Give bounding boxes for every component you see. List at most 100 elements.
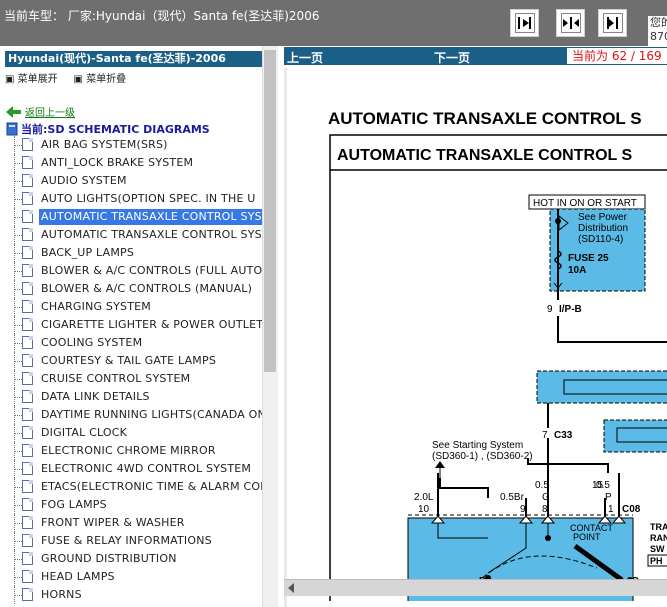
tree-item[interactable]: CHARGING SYSTEM	[0, 298, 262, 316]
document-icon	[22, 480, 33, 493]
tree-item-label: ANTI_LOCK BRAKE SYSTEM	[41, 156, 194, 169]
first-page-button[interactable]	[510, 9, 539, 37]
tree-item[interactable]: BLOWER & A/C CONTROLS (MANUAL)	[0, 280, 262, 298]
schematic-diagram: AUTOMATIC TRANSAXLE CONTROL S AUTOMATIC …	[328, 109, 667, 601]
schematic-document: AUTOMATIC TRANSAXLE CONTROL S AUTOMATIC …	[292, 68, 667, 601]
c33-inner-box	[563, 379, 667, 395]
tree-connector	[14, 424, 22, 442]
document-icon	[22, 282, 33, 295]
tree-item[interactable]: GROUND DISTRIBUTION	[0, 550, 262, 568]
c33-connector: C33	[554, 430, 573, 441]
tree-item[interactable]: COURTESY & TAIL GATE LAMPS	[0, 352, 262, 370]
tree-item[interactable]: FOG LAMPS	[0, 496, 262, 514]
tree-connector	[14, 334, 22, 352]
both-directions-button[interactable]	[556, 9, 585, 37]
document-icon	[22, 174, 33, 187]
tree-connector	[14, 370, 22, 388]
tree-item[interactable]: AUDIO SYSTEM	[0, 172, 262, 190]
current-folder: 当前:SD SCHEMATIC DIAGRAMS	[6, 121, 210, 137]
document-icon	[22, 498, 33, 511]
tree-item[interactable]: ETACS(ELECTRONIC TIME & ALARM CON	[0, 478, 262, 496]
bar-arrow-right-icon	[514, 13, 535, 33]
document-icon	[22, 210, 33, 223]
wire4-pin: 1	[608, 504, 614, 515]
pane-divider	[284, 68, 287, 607]
wire2-gauge: 0.5Br	[500, 492, 525, 503]
document-icon	[22, 138, 33, 151]
tree-item[interactable]: CIGARETTE LIGHTER & POWER OUTLET	[0, 316, 262, 334]
tree-item[interactable]: CRUISE CONTROL SYSTEM	[0, 370, 262, 388]
document-icon	[22, 264, 33, 277]
junction-dot	[555, 218, 561, 224]
page-indicator: 当前为 62 / 169	[567, 48, 667, 64]
tree-connector	[14, 190, 22, 208]
tree-item-label: COOLING SYSTEM	[41, 336, 143, 349]
document-icon	[22, 444, 33, 457]
document-icon	[22, 318, 33, 331]
ip-pin: 9	[547, 304, 553, 315]
tree-connector	[14, 226, 22, 244]
tree-connector	[14, 586, 22, 604]
menu-collapse-button[interactable]: ▣ 菜单折叠	[74, 74, 127, 85]
prev-page-link[interactable]: 上一页	[287, 49, 323, 66]
tree-item[interactable]: AIR BAG SYSTEM(SRS)	[0, 136, 262, 154]
horizontal-scrollbar[interactable]	[284, 579, 667, 596]
tree-item-label: CIGARETTE LIGHTER & POWER OUTLET	[41, 318, 262, 331]
tree-connector	[14, 532, 22, 550]
tree-connector	[14, 550, 22, 568]
tree-item-label: ETACS(ELECTRONIC TIME & ALARM CON	[41, 480, 262, 493]
tree-item-label: FUSE & RELAY INFORMATIONS	[41, 534, 212, 547]
menu-collapse-label: 菜单折叠	[86, 74, 127, 85]
tree-item[interactable]: ELECTRONIC CHROME MIRROR	[0, 442, 262, 460]
right-pane: 上一页 下一页 当前为 62 / 169 AUTOMATIC TRANSAXLE…	[284, 46, 667, 607]
tree-item[interactable]: COOLING SYSTEM	[0, 334, 262, 352]
top-bar: 当前车型： 厂家:Hyundai（现代）Santa fe(圣达菲)2006 您的…	[0, 0, 667, 46]
tree-item-label: ELECTRONIC CHROME MIRROR	[41, 444, 216, 457]
tree-item[interactable]: AUTOMATIC TRANSAXLE CONTROL SYST	[0, 208, 262, 226]
scroll-left-icon[interactable]	[288, 583, 294, 593]
tree-item[interactable]: DATA LINK DETAILS	[0, 388, 262, 406]
scrollbar-thumb[interactable]	[264, 50, 276, 372]
document-icon	[22, 534, 33, 547]
tree-item-label: AUDIO SYSTEM	[41, 174, 127, 187]
tree-item-label: DIGITAL CLOCK	[41, 426, 128, 439]
tree-connector	[14, 172, 22, 190]
tree-item[interactable]: FUSE & RELAY INFORMATIONS	[0, 532, 262, 550]
menu-expand-button[interactable]: ▣ 菜单展开	[5, 74, 58, 85]
back-link[interactable]: 返回上一级	[6, 104, 75, 119]
document-icon	[22, 516, 33, 529]
diagram-title: AUTOMATIC TRANSAXLE CONTROL S	[337, 147, 632, 164]
tree-item[interactable]: BLOWER & A/C CONTROLS (FULL AUTO)	[0, 262, 262, 280]
document-icon	[22, 228, 33, 241]
document-icon	[22, 588, 33, 601]
tree-item[interactable]: HEAD LAMPS	[0, 568, 262, 586]
tree-item[interactable]: AUTO LIGHTS(OPTION SPEC. IN THE U	[0, 190, 262, 208]
tree-item[interactable]: BACK_UP LAMPS	[0, 244, 262, 262]
tree-item-label: COURTESY & TAIL GATE LAMPS	[41, 354, 217, 367]
tree-connector	[14, 208, 22, 226]
fuse-label: FUSE 25	[568, 253, 609, 264]
tree-item-label: BLOWER & A/C CONTROLS (FULL AUTO)	[41, 264, 262, 277]
tree-item-label: AIR BAG SYSTEM(SRS)	[41, 138, 168, 151]
document-icon	[22, 156, 33, 169]
tree-item-label: AUTOMATIC TRANSAXLE CONTROL SYST	[41, 228, 262, 241]
tree-item-label: HEAD LAMPS	[41, 570, 115, 583]
tree-item[interactable]: ELECTRONIC 4WD CONTROL SYSTEM	[0, 460, 262, 478]
tree-item[interactable]: ANTI_LOCK BRAKE SYSTEM	[0, 154, 262, 172]
tree-item[interactable]: DIGITAL CLOCK	[0, 424, 262, 442]
tree-list: AIR BAG SYSTEM(SRS) ANTI_LOCK BRAKE SYSTE…	[0, 136, 262, 607]
welcome-text: 您的	[650, 16, 667, 29]
switch-label2: RAN	[650, 533, 667, 543]
last-page-button[interactable]	[598, 9, 627, 37]
tree-item-label: HORNS	[41, 588, 82, 601]
tree-item-label: CHARGING SYSTEM	[41, 300, 151, 313]
tree-item[interactable]: DAYTIME RUNNING LIGHTS(CANADA ON	[0, 406, 262, 424]
next-page-link[interactable]: 下一页	[434, 49, 470, 66]
tree-item[interactable]: HORNS	[0, 586, 262, 604]
tree-item[interactable]: FRONT WIPER & WASHER	[0, 514, 262, 532]
tree-connector	[14, 136, 22, 154]
welcome-panel: 您的 870	[648, 16, 667, 46]
back-arrow-icon	[6, 105, 21, 118]
tree-item[interactable]: AUTOMATIC TRANSAXLE CONTROL SYST	[0, 226, 262, 244]
document-icon	[22, 192, 33, 205]
